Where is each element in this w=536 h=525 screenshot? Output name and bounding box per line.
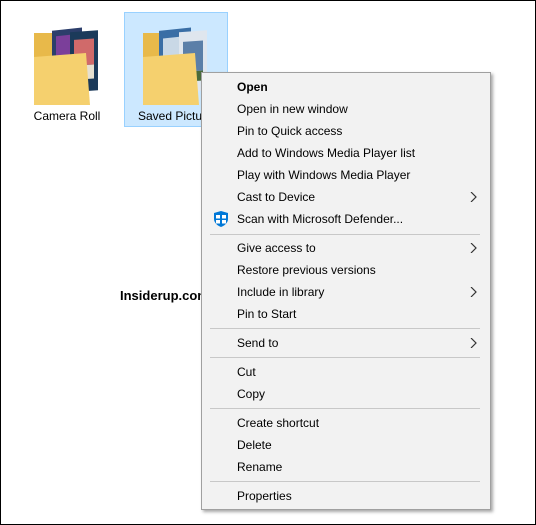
menu-item-open-new-window[interactable]: Open in new window [204, 98, 488, 120]
menu-item-label: Scan with Microsoft Defender... [237, 212, 404, 226]
menu-separator [210, 357, 480, 358]
chevron-right-icon [470, 287, 477, 297]
menu-item-delete[interactable]: Delete [204, 434, 488, 456]
menu-item-label: Delete [237, 438, 272, 452]
menu-separator [210, 234, 480, 235]
menu-separator [210, 328, 480, 329]
menu-item-label: Restore previous versions [237, 263, 376, 277]
menu-item-label: Pin to Quick access [237, 124, 343, 138]
menu-item-cut[interactable]: Cut [204, 361, 488, 383]
watermark-text: Insiderup.com [120, 288, 209, 303]
menu-item-copy[interactable]: Copy [204, 383, 488, 405]
folder-icon [34, 27, 98, 105]
menu-item-label: Pin to Start [237, 307, 297, 321]
menu-separator [210, 408, 480, 409]
chevron-right-icon [470, 192, 477, 202]
menu-item-create-shortcut[interactable]: Create shortcut [204, 412, 488, 434]
menu-item-pin-quick-access[interactable]: Pin to Quick access [204, 120, 488, 142]
menu-item-label: Properties [237, 489, 292, 503]
shield-icon [214, 211, 228, 227]
chevron-right-icon [470, 338, 477, 348]
context-menu: Open Open in new window Pin to Quick acc… [201, 72, 491, 510]
menu-item-open[interactable]: Open [204, 76, 488, 98]
menu-item-label: Create shortcut [237, 416, 320, 430]
menu-item-pin-start[interactable]: Pin to Start [204, 303, 488, 325]
menu-item-label: Add to Windows Media Player list [237, 146, 416, 160]
menu-item-scan-defender[interactable]: Scan with Microsoft Defender... [204, 208, 488, 230]
menu-item-label: Rename [237, 460, 283, 474]
folder-camera-roll[interactable]: Camera Roll [15, 12, 119, 127]
menu-item-label: Cut [237, 365, 256, 379]
menu-item-properties[interactable]: Properties [204, 485, 488, 507]
menu-item-give-access[interactable]: Give access to [204, 237, 488, 259]
menu-item-label: Cast to Device [237, 190, 316, 204]
menu-item-send-to[interactable]: Send to [204, 332, 488, 354]
menu-item-cast-to-device[interactable]: Cast to Device [204, 186, 488, 208]
menu-item-label: Copy [237, 387, 266, 401]
menu-item-label: Give access to [237, 241, 316, 255]
menu-item-label: Play with Windows Media Player [237, 168, 411, 182]
menu-item-label: Include in library [237, 285, 325, 299]
menu-separator [210, 481, 480, 482]
chevron-right-icon [470, 243, 477, 253]
menu-item-include-library[interactable]: Include in library [204, 281, 488, 303]
menu-item-label: Send to [237, 336, 279, 350]
menu-item-rename[interactable]: Rename [204, 456, 488, 478]
menu-item-play-wmp[interactable]: Play with Windows Media Player [204, 164, 488, 186]
menu-item-restore-versions[interactable]: Restore previous versions [204, 259, 488, 281]
folder-label: Camera Roll [33, 109, 101, 123]
menu-item-add-wmp-list[interactable]: Add to Windows Media Player list [204, 142, 488, 164]
menu-item-label: Open [237, 80, 268, 94]
menu-item-label: Open in new window [237, 102, 348, 116]
